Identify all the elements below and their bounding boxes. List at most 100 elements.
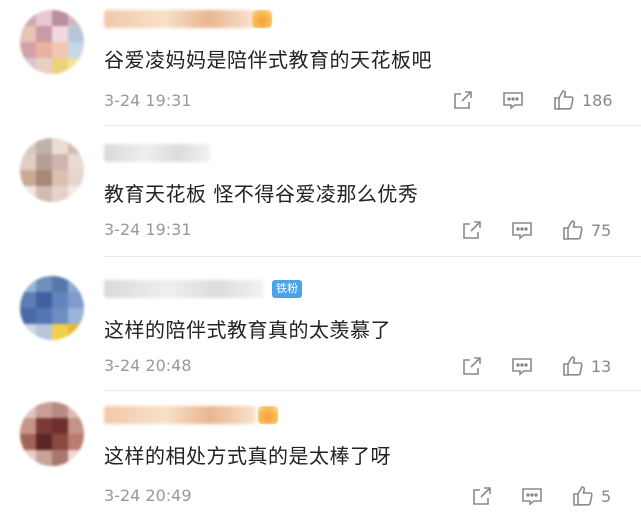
avatar[interactable] (20, 402, 84, 466)
avatar-mosaic-cell (52, 170, 68, 186)
comment-icon (522, 488, 542, 506)
comment-item: 谷爱凌妈妈是陪伴式教育的天花板吧 3-24 19:31 186 (0, 0, 641, 130)
divider (104, 125, 641, 126)
username-blurred[interactable] (104, 406, 256, 424)
share-icon (463, 221, 481, 239)
avatar-mosaic-cell (36, 58, 52, 74)
avatar-mosaic-cell (68, 402, 84, 418)
avatar-mosaic-cell (36, 292, 52, 308)
avatar-mosaic-cell (20, 324, 36, 340)
avatar-mosaic-cell (36, 186, 52, 202)
comment-item: 教育天花板 怪不得谷爱凌那么优秀 3-24 19:31 75 (0, 130, 641, 260)
avatar-mosaic-cell (68, 138, 84, 154)
divider (104, 256, 641, 257)
avatar-mosaic-cell (68, 418, 84, 434)
avatar-mosaic-cell (68, 10, 84, 26)
username-blurred[interactable] (104, 10, 254, 28)
avatar-mosaic-cell (36, 434, 52, 450)
fan-badge: 铁粉 (272, 280, 302, 298)
reply-button[interactable] (511, 354, 533, 378)
avatar-mosaic-cell (68, 58, 84, 74)
comment-time: 3-24 20:49 (104, 486, 192, 505)
comment-icon (503, 92, 523, 110)
avatar-mosaic-cell (36, 42, 52, 58)
like-button[interactable]: 13 (561, 354, 611, 378)
avatar[interactable] (20, 138, 84, 202)
avatar-mosaic-cell (36, 450, 52, 466)
avatar-mosaic-cell (52, 42, 68, 58)
avatar-mosaic-cell (36, 402, 52, 418)
avatar-mosaic-cell (20, 42, 36, 58)
avatar-mosaic-cell (36, 418, 52, 434)
avatar-mosaic-cell (36, 138, 52, 154)
comment-item: 这样的相处方式真的是太棒了呀 3-24 20:49 5 (0, 394, 641, 524)
share-icon (473, 487, 491, 505)
avatar-mosaic-cell (36, 170, 52, 186)
avatar-mosaic-cell (52, 276, 68, 292)
avatar-mosaic-cell (20, 308, 36, 324)
avatar-mosaic-cell (68, 434, 84, 450)
avatar-mosaic-cell (52, 186, 68, 202)
avatar-mosaic-cell (20, 58, 36, 74)
comment-text: 这样的相处方式真的是太棒了呀 (104, 444, 391, 468)
avatar-mosaic-cell (36, 324, 52, 340)
avatar-mosaic-cell (20, 292, 36, 308)
avatar-mosaic-cell (52, 154, 68, 170)
comment-time: 3-24 19:31 (104, 220, 192, 239)
avatar-mosaic-cell (20, 154, 36, 170)
username-blurred[interactable] (104, 280, 264, 298)
avatar-mosaic-cell (20, 434, 36, 450)
avatar-mosaic-cell (36, 10, 52, 26)
like-count: 75 (591, 220, 612, 240)
thumbs-up-icon (573, 486, 593, 506)
avatar-mosaic-cell (68, 276, 84, 292)
avatar-mosaic-cell (20, 450, 36, 466)
avatar[interactable] (20, 10, 84, 74)
thumbs-up-icon (563, 220, 583, 240)
avatar-mosaic-cell (68, 450, 84, 466)
avatar-mosaic-cell (52, 10, 68, 26)
avatar-mosaic-cell (52, 292, 68, 308)
avatar-mosaic-cell (52, 324, 68, 340)
avatar-mosaic-cell (52, 434, 68, 450)
like-button[interactable]: 5 (571, 484, 611, 508)
avatar-mosaic-cell (68, 308, 84, 324)
like-count: 186 (582, 90, 613, 110)
avatar-mosaic-cell (68, 26, 84, 42)
avatar-mosaic-cell (36, 154, 52, 170)
thumbs-up-icon (554, 90, 574, 110)
avatar-mosaic-cell (52, 58, 68, 74)
avatar[interactable] (20, 276, 84, 340)
share-icon (463, 357, 481, 375)
share-button[interactable] (461, 218, 483, 242)
comment-icon (512, 222, 532, 240)
comment-text: 这样的陪伴式教育真的太羡慕了 (104, 318, 391, 342)
avatar-mosaic-cell (52, 26, 68, 42)
avatar-mosaic-cell (52, 308, 68, 324)
avatar-mosaic-cell (20, 418, 36, 434)
avatar-mosaic-cell (20, 10, 36, 26)
avatar-mosaic-cell (20, 170, 36, 186)
vip-crown-icon (252, 10, 272, 28)
divider (104, 390, 641, 391)
comment-time: 3-24 20:48 (104, 356, 192, 375)
like-button[interactable]: 75 (561, 218, 611, 242)
reply-button[interactable] (521, 484, 543, 508)
share-icon (454, 91, 472, 109)
vip-crown-icon (258, 406, 278, 424)
reply-button[interactable] (511, 218, 533, 242)
comment-item: 铁粉 这样的陪伴式教育真的太羡慕了 3-24 20:48 13 (0, 262, 641, 392)
comment-icon (512, 358, 532, 376)
comment-text: 教育天花板 怪不得谷爱凌那么优秀 (104, 182, 419, 206)
avatar-mosaic-cell (20, 276, 36, 292)
like-button[interactable]: 186 (552, 88, 613, 112)
username-blurred[interactable] (104, 144, 210, 162)
avatar-mosaic-cell (68, 154, 84, 170)
like-count: 13 (591, 356, 612, 376)
share-button[interactable] (452, 88, 474, 112)
share-button[interactable] (471, 484, 493, 508)
avatar-mosaic-cell (36, 308, 52, 324)
avatar-mosaic-cell (52, 402, 68, 418)
share-button[interactable] (461, 354, 483, 378)
reply-button[interactable] (502, 88, 524, 112)
